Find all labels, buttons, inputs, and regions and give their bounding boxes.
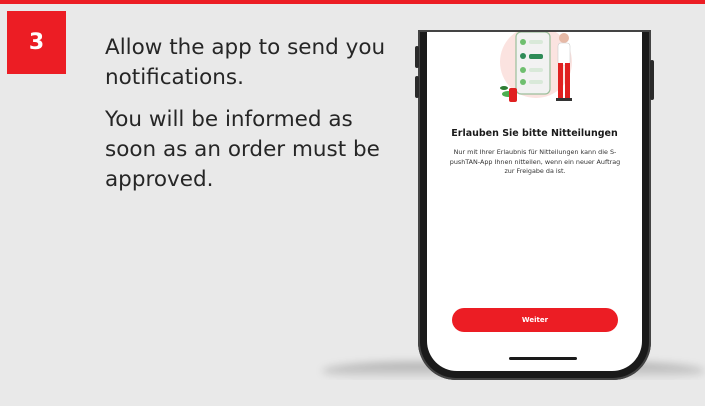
panel-bottom-strip [0,380,705,406]
top-accent-rule [0,0,705,4]
phone-volume-button [415,46,419,68]
instruction-line-2: You will be informed as soon as an order… [105,107,380,192]
step-instructions: Allow the app to send you notifications.… [105,33,395,207]
phone-volume-button [415,76,419,98]
phone-mockup: Erlauben Sie bitte Nitteilungen Nur mit … [415,30,654,380]
screen-body-text: Nur mit Ihrer Erlaubnis für Nitteilungen… [449,148,621,175]
continue-button-label: Weiter [521,316,549,324]
screen-title: Erlauben Sie bitte Nitteilungen [451,128,618,139]
step-number-badge: 3 [7,11,66,74]
step-number: 3 [28,30,45,55]
instruction-line-1: Allow the app to send you notifications. [105,35,386,90]
notification-person-illustration-icon [500,32,572,102]
home-indicator [509,357,577,360]
continue-button[interactable]: Weiter [452,308,618,332]
phone-power-button [650,60,654,100]
phone-screen: Erlauben Sie bitte Nitteilungen Nur mit … [427,32,642,371]
